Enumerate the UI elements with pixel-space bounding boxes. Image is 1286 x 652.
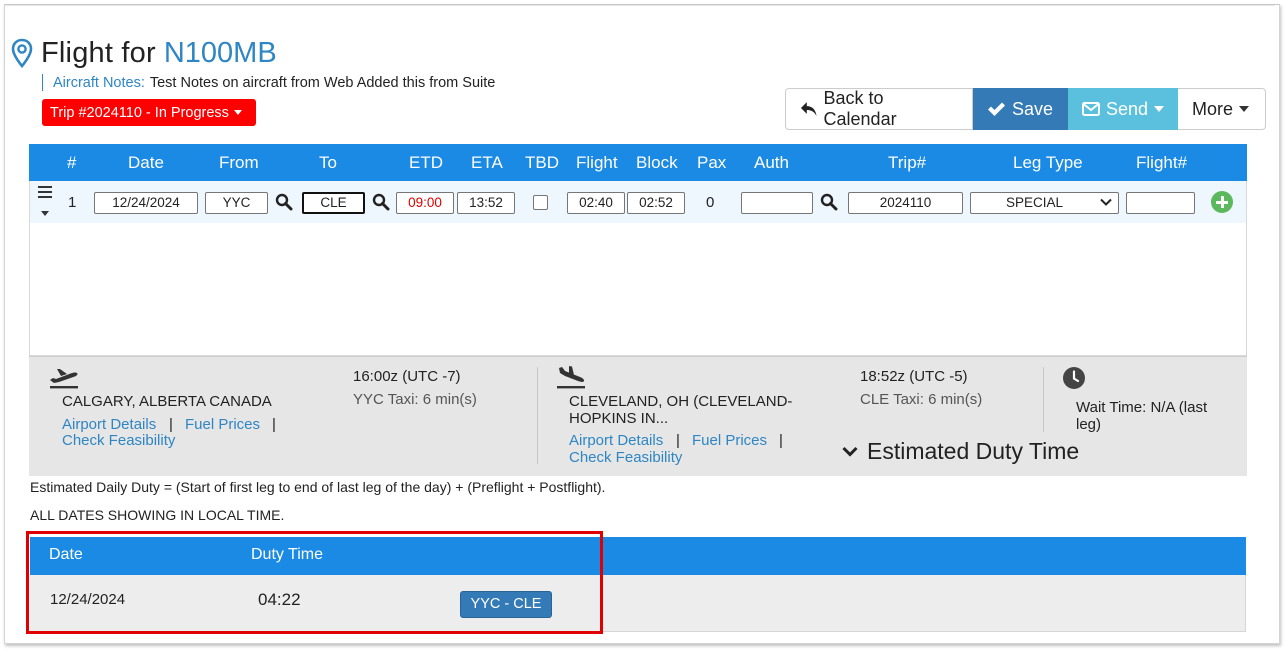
departure-fuel-prices-link[interactable]: Fuel Prices [185, 416, 260, 433]
action-toolbar: Back to Calendar Save Send More [785, 88, 1266, 130]
from-airport-input[interactable]: YYC [205, 192, 268, 214]
col-flight-number: Flight# [1136, 153, 1188, 172]
arrival-plane-icon [557, 366, 585, 389]
col-flight: Flight [576, 153, 618, 172]
departure-plane-icon [50, 369, 78, 389]
departure-time: 16:00z (UTC -7) [353, 368, 461, 385]
local-time-note: ALL DATES SHOWING IN LOCAL TIME. [30, 507, 285, 523]
back-to-calendar-button[interactable]: Back to Calendar [785, 88, 973, 130]
auth-input[interactable] [741, 192, 813, 214]
title-prefix: Flight for [41, 36, 156, 69]
caret-down-icon [1239, 106, 1250, 112]
search-icon[interactable] [820, 193, 838, 211]
arrival-time: 18:52z (UTC -5) [860, 368, 968, 385]
trip-number-input[interactable]: 2024110 [848, 192, 963, 214]
col-auth: Auth [754, 153, 789, 172]
col-date: Date [128, 153, 164, 172]
arrival-fuel-prices-link[interactable]: Fuel Prices [692, 432, 767, 449]
back-arrow-icon [800, 102, 817, 116]
send-dropdown-button[interactable]: Send [1068, 88, 1178, 130]
send-label: Send [1105, 98, 1148, 119]
chevron-down-icon [1100, 198, 1112, 206]
link-separator: | [272, 416, 276, 433]
link-separator: | [676, 432, 680, 449]
wait-time-line2: leg) [1076, 416, 1102, 433]
col-tbd: TBD [525, 153, 559, 172]
col-leg-type: Leg Type [1013, 153, 1083, 172]
hamburger-icon[interactable] [38, 186, 52, 201]
leg-type-select[interactable]: SPECIAL [970, 192, 1119, 214]
col-pax: Pax [697, 153, 727, 172]
caret-down-icon [233, 110, 242, 115]
divider [1043, 367, 1044, 432]
search-icon[interactable] [372, 193, 390, 211]
leg-type-value: SPECIAL [1006, 195, 1064, 210]
aircraft-notes-label[interactable]: Aircraft Notes: [53, 75, 145, 91]
link-separator: | [169, 416, 173, 433]
flight-time-input[interactable]: 02:40 [567, 192, 625, 214]
caret-down-icon [1154, 106, 1164, 112]
arrival-check-feasibility-link[interactable]: Check Feasibility [569, 449, 682, 466]
col-etd: ETD [409, 153, 443, 172]
back-to-calendar-label: Back to Calendar [823, 88, 897, 129]
estimated-duty-label: Estimated Duty Time [867, 438, 1080, 464]
flight-number-input[interactable] [1126, 192, 1195, 214]
arrival-taxi: CLE Taxi: 6 min(s) [860, 391, 983, 408]
arrival-airport-details-link[interactable]: Airport Details [569, 432, 663, 449]
block-time-input[interactable]: 02:52 [627, 192, 685, 214]
caret-down-icon[interactable] [41, 211, 49, 216]
col-trip: Trip# [888, 153, 927, 172]
col-from: From [219, 153, 259, 172]
aircraft-notes: Aircraft Notes: Test Notes on aircraft f… [42, 74, 495, 91]
col-to: To [319, 153, 337, 172]
trip-status-label: Trip #2024110 - In Progress [50, 104, 229, 121]
more-dropdown-button[interactable]: More [1178, 88, 1266, 130]
date-input[interactable]: 12/24/2024 [94, 192, 198, 214]
col-num: # [67, 153, 77, 172]
trip-status-dropdown[interactable]: Trip #2024110 - In Progress [42, 99, 256, 126]
save-button[interactable]: Save [973, 88, 1068, 130]
pax-count: 0 [706, 194, 715, 211]
aircraft-notes-value: Test Notes on aircraft from Web Added th… [149, 74, 496, 91]
departure-airport-details-link[interactable]: Airport Details [62, 416, 156, 433]
estimated-duty-toggle[interactable]: Estimated Duty Time [842, 438, 1079, 465]
clock-icon [1063, 367, 1085, 389]
eta-input[interactable]: 13:52 [457, 192, 515, 214]
col-block: Block [636, 153, 678, 172]
col-eta: ETA [471, 153, 503, 172]
page-title: Flight for N100MB [10, 36, 277, 70]
highlight-annotation-box [26, 531, 603, 634]
check-icon [988, 102, 1005, 116]
arrival-city-line2: HOPKINS IN... [569, 410, 669, 427]
departure-check-feasibility-link[interactable]: Check Feasibility [62, 432, 175, 449]
duty-formula-text: Estimated Daily Duty = (Start of first l… [30, 479, 606, 495]
envelope-icon [1082, 102, 1100, 116]
etd-input[interactable]: 09:00 [396, 192, 454, 214]
departure-taxi: YYC Taxi: 6 min(s) [353, 391, 477, 408]
more-label: More [1192, 98, 1234, 119]
window-top-border [5, 5, 1275, 6]
map-pin-icon [11, 38, 33, 68]
tbd-checkbox[interactable] [533, 195, 548, 210]
legs-table-header: # Date From To ETD ETA TBD Flight Block … [29, 144, 1247, 181]
search-icon[interactable] [275, 193, 293, 211]
save-label: Save [1012, 98, 1054, 119]
add-leg-icon[interactable] [1211, 191, 1233, 213]
arrival-city-line1: CLEVELAND, OH (CLEVELAND- [569, 393, 793, 410]
wait-time-line1: Wait Time: N/A (last [1076, 399, 1208, 416]
divider [537, 367, 538, 464]
departure-city: CALGARY, ALBERTA CANADA [62, 393, 272, 410]
chevron-down-icon [842, 446, 858, 457]
leg-number: 1 [68, 194, 77, 211]
link-separator: | [779, 432, 783, 449]
to-airport-input[interactable]: CLE [302, 192, 365, 214]
tail-number: N100MB [163, 36, 277, 69]
